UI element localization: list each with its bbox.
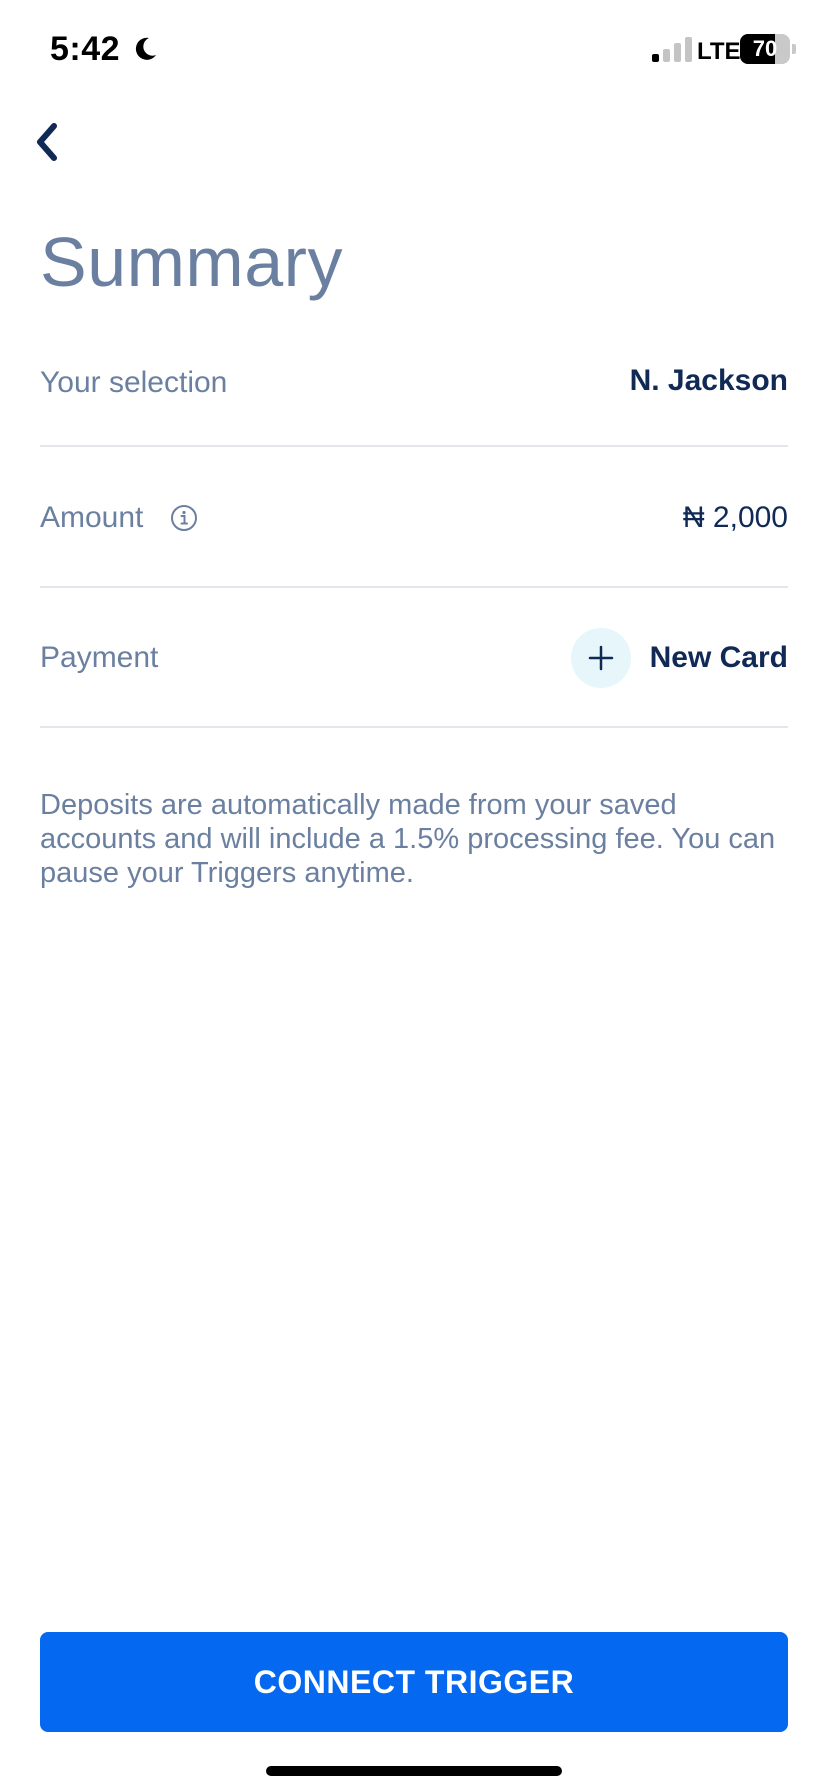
- moon-icon: [135, 37, 156, 60]
- signal-bar: [685, 37, 692, 62]
- add-card-button[interactable]: [571, 628, 631, 688]
- signal-bar: [652, 54, 659, 62]
- payment-label: Payment: [40, 641, 159, 674]
- status-bar: 5:42 LTE 70: [0, 0, 828, 100]
- payment-value[interactable]: New Card: [650, 641, 788, 675]
- info-icon[interactable]: [170, 504, 198, 532]
- selection-row: Your selection N. Jackson: [40, 340, 788, 447]
- amount-value: ₦ 2,000: [682, 501, 788, 534]
- summary-screen: 5:42 LTE 70 Summary Your selection N. Ja…: [0, 0, 828, 1792]
- connect-trigger-button[interactable]: CONNECT TRIGGER: [40, 1632, 788, 1732]
- network-type: LTE: [697, 38, 741, 65]
- payment-row[interactable]: Payment New Card: [40, 588, 788, 728]
- battery-icon: 70: [740, 34, 796, 64]
- back-button[interactable]: [14, 110, 78, 174]
- amount-label: Amount: [40, 501, 144, 534]
- home-indicator[interactable]: [266, 1766, 562, 1776]
- signal-bar: [674, 43, 681, 62]
- signal-icon: [652, 37, 692, 62]
- amount-row: Amount ₦ 2,000: [40, 447, 788, 588]
- status-time: 5:42: [50, 30, 121, 68]
- selection-value: N. Jackson: [629, 364, 788, 397]
- fee-disclaimer: Deposits are automatically made from you…: [40, 789, 776, 889]
- signal-bar: [663, 49, 670, 62]
- plus-icon: [588, 645, 614, 671]
- battery-level: 70: [752, 36, 778, 61]
- chevron-left-icon: [37, 123, 57, 161]
- selection-label: Your selection: [40, 366, 228, 399]
- page-title: Summary: [40, 223, 343, 301]
